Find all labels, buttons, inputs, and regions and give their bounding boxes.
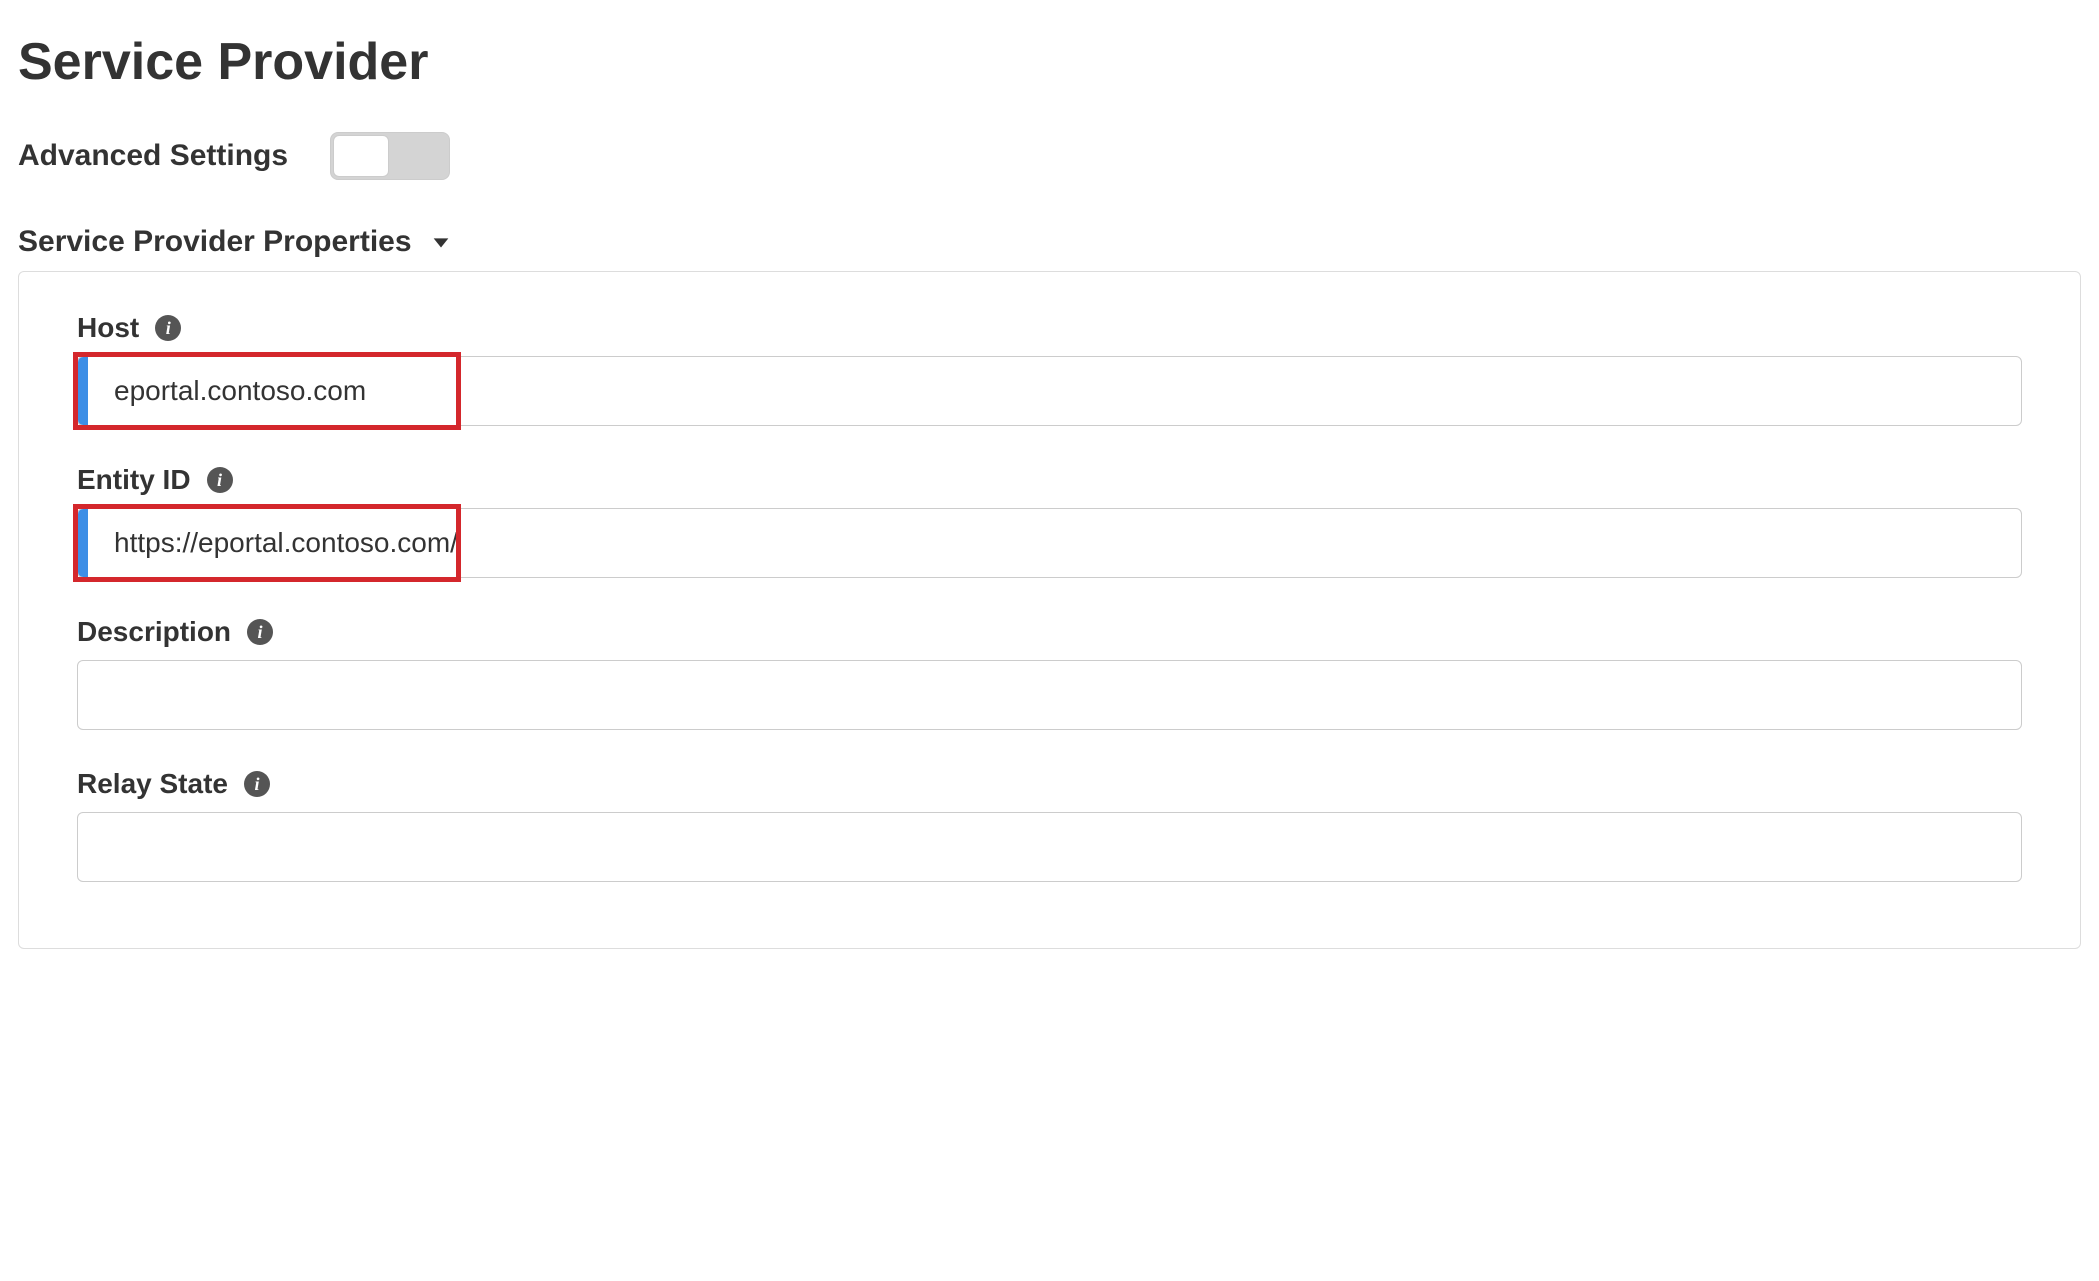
advanced-settings-label: Advanced Settings [18, 139, 288, 173]
field-label-row-host: Host i [77, 312, 2022, 344]
advanced-settings-row: Advanced Settings [18, 132, 2081, 180]
advanced-settings-toggle[interactable] [330, 132, 450, 180]
info-icon[interactable]: i [247, 619, 273, 645]
field-label-row-description: Description i [77, 616, 2022, 648]
field-group-relay-state: Relay State i [77, 768, 2022, 882]
field-group-entity-id: Entity ID i [77, 464, 2022, 578]
field-group-host: Host i [77, 312, 2022, 426]
info-icon[interactable]: i [207, 467, 233, 493]
relay-state-label: Relay State [77, 768, 228, 800]
relay-state-input-wrapper [77, 812, 2022, 882]
description-input[interactable] [77, 660, 2022, 730]
info-icon[interactable]: i [244, 771, 270, 797]
entity-id-input-wrapper [77, 508, 2022, 578]
description-label: Description [77, 616, 231, 648]
description-input-wrapper [77, 660, 2022, 730]
host-label: Host [77, 312, 139, 344]
host-input[interactable] [77, 356, 2022, 426]
page-title: Service Provider [18, 32, 2081, 92]
field-group-description: Description i [77, 616, 2022, 730]
section-header-service-provider-properties[interactable]: Service Provider Properties [18, 225, 2081, 259]
field-label-row-relay-state: Relay State i [77, 768, 2022, 800]
field-label-row-entity-id: Entity ID i [77, 464, 2022, 496]
host-input-wrapper [77, 356, 2022, 426]
entity-id-input[interactable] [77, 508, 2022, 578]
info-icon[interactable]: i [155, 315, 181, 341]
toggle-thumb [333, 135, 389, 177]
chevron-down-icon [430, 231, 452, 253]
entity-id-label: Entity ID [77, 464, 191, 496]
relay-state-input[interactable] [77, 812, 2022, 882]
section-header-label: Service Provider Properties [18, 225, 412, 259]
properties-panel: Host i Entity ID i Description i R [18, 271, 2081, 949]
